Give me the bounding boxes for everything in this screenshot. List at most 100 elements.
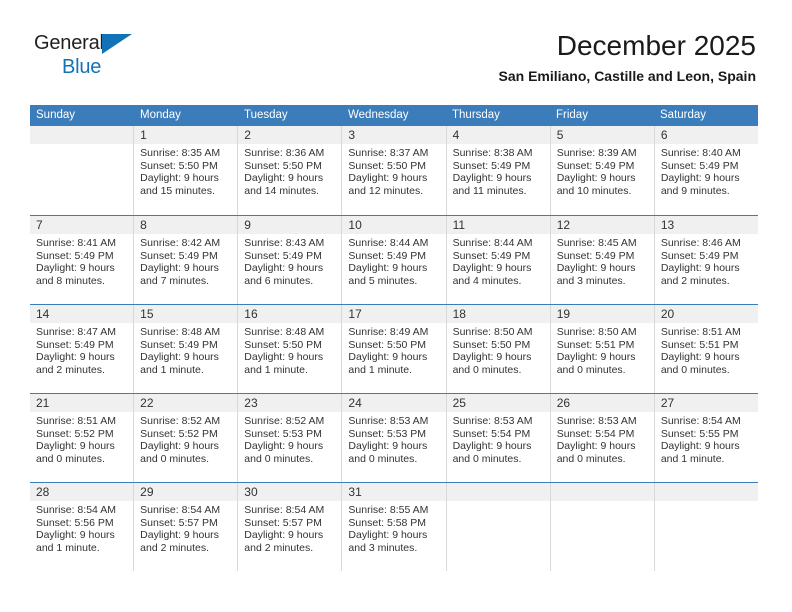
day-cell[interactable]: 9 Sunrise: 8:43 AM Sunset: 5:49 PM Daylight… — [238, 216, 343, 304]
sunset-text: Sunset: 5:49 PM — [140, 249, 218, 262]
sunset-text: Sunset: 5:55 PM — [660, 427, 739, 440]
sunset-text: Sunset: 5:49 PM — [452, 249, 531, 262]
daylight-text-line2: and 0 minutes. — [244, 452, 314, 465]
day-number: 26 — [556, 396, 571, 410]
daylight-text-line2: and 2 minutes. — [244, 541, 314, 554]
day-cell[interactable]: 17 Sunrise: 8:49 AM Sunset: 5:50 PM Dayligh… — [342, 305, 447, 393]
day-number-band: 20 — [654, 305, 758, 323]
daylight-text-line2: and 2 minutes. — [36, 363, 105, 376]
sunrise-text: Sunrise: 8:54 AM — [140, 504, 221, 516]
day-number-band: 31 — [342, 483, 446, 501]
day-cell[interactable]: 16 Sunrise: 8:48 AM Sunset: 5:50 PM Dayligh… — [238, 305, 343, 393]
day-cell[interactable]: 4 Sunrise: 8:38 AM Sunset: 5:49 PM Daylight… — [446, 126, 551, 215]
daylight-text-line2: and 0 minutes. — [140, 452, 210, 465]
weekday-header-tuesday: Tuesday — [244, 109, 288, 121]
day-details: Sunrise: 8:48 AM Sunset: 5:49 PM Daylight:… — [134, 323, 237, 376]
day-cell[interactable]: 20 Sunrise: 8:51 AM Sunset: 5:51 PM Dayligh… — [654, 305, 758, 393]
day-number: 24 — [348, 396, 362, 410]
sunset-text: Sunset: 5:49 PM — [348, 249, 427, 262]
day-cell[interactable]: 18 Sunrise: 8:50 AM Sunset: 5:50 PM Dayligh… — [446, 305, 551, 393]
daylight-text-line2: and 15 minutes. — [140, 184, 215, 197]
daylight-text-line1: Daylight: 9 hours — [36, 262, 115, 275]
day-cell[interactable]: 12 Sunrise: 8:45 AM Sunset: 5:49 PM Dayligh… — [550, 216, 655, 304]
day-number-band: 18 — [446, 305, 550, 323]
daylight-text-line1: Daylight: 9 hours — [348, 351, 428, 364]
day-cell-empty — [550, 483, 655, 571]
weekday-header-sunday: Sunday — [36, 109, 76, 121]
day-details: Sunrise: 8:50 AM Sunset: 5:50 PM Daylight:… — [447, 323, 550, 376]
daylight-text-line1: Daylight: 9 hours — [556, 351, 636, 364]
day-details: Sunrise: 8:39 AM Sunset: 5:49 PM Daylight:… — [551, 144, 654, 197]
day-cell[interactable]: 3 Sunrise: 8:37 AM Sunset: 5:50 PM Daylight… — [342, 126, 447, 215]
day-cell[interactable]: 8 Sunrise: 8:42 AM Sunset: 5:49 PM Daylight… — [134, 216, 239, 304]
sunset-text: Sunset: 5:52 PM — [36, 427, 114, 440]
day-number: 23 — [244, 396, 258, 410]
sunset-text: Sunset: 5:52 PM — [140, 427, 218, 440]
sunrise-text: Sunrise: 8:55 AM — [348, 504, 429, 516]
day-cell[interactable]: 21 Sunrise: 8:51 AM Sunset: 5:52 PM Dayligh… — [30, 394, 135, 482]
daylight-text-line2: and 0 minutes. — [556, 363, 626, 376]
day-cell[interactable]: 10 Sunrise: 8:44 AM Sunset: 5:49 PM Dayligh… — [342, 216, 447, 304]
sunset-text: Sunset: 5:54 PM — [556, 427, 635, 440]
sunrise-text: Sunrise: 8:54 AM — [244, 504, 325, 516]
day-cell[interactable]: 27 Sunrise: 8:54 AM Sunset: 5:55 PM Dayligh… — [654, 394, 758, 482]
day-number-band: 9 — [238, 216, 342, 234]
day-number-band — [550, 483, 654, 501]
day-details: Sunrise: 8:55 AM Sunset: 5:58 PM Daylight:… — [342, 501, 445, 554]
daylight-text-line1: Daylight: 9 hours — [140, 262, 219, 275]
daylight-text-line1: Daylight: 9 hours — [348, 529, 428, 542]
daylight-text-line2: and 8 minutes. — [36, 274, 105, 287]
sunrise-text: Sunrise: 8:36 AM — [244, 147, 325, 159]
day-cell[interactable]: 29 Sunrise: 8:54 AM Sunset: 5:57 PM Dayligh… — [134, 483, 239, 571]
day-details: Sunrise: 8:41 AM Sunset: 5:49 PM Daylight:… — [30, 234, 133, 287]
day-number: 7 — [36, 218, 43, 232]
sunrise-text: Sunrise: 8:50 AM — [556, 326, 637, 338]
page-title: December 2025 — [556, 30, 756, 61]
daylight-text-line1: Daylight: 9 hours — [452, 172, 532, 185]
daylight-text-line1: Daylight: 9 hours — [660, 262, 740, 275]
day-cell[interactable]: 13 Sunrise: 8:46 AM Sunset: 5:49 PM Dayligh… — [654, 216, 758, 304]
day-cell[interactable]: 23 Sunrise: 8:52 AM Sunset: 5:53 PM Dayligh… — [238, 394, 343, 482]
day-details: Sunrise: 8:54 AM Sunset: 5:57 PM Daylight:… — [134, 501, 237, 554]
day-number: 1 — [140, 128, 147, 142]
day-cell[interactable]: 31 Sunrise: 8:55 AM Sunset: 5:58 PM Dayligh… — [342, 483, 447, 571]
daylight-text-line2: and 10 minutes. — [556, 184, 632, 197]
day-cell[interactable]: 5 Sunrise: 8:39 AM Sunset: 5:49 PM Daylight… — [550, 126, 655, 215]
day-cell[interactable]: 7 Sunrise: 8:41 AM Sunset: 5:49 PM Daylight… — [30, 216, 135, 304]
day-number: 9 — [244, 218, 251, 232]
day-cell[interactable]: 25 Sunrise: 8:53 AM Sunset: 5:54 PM Dayligh… — [446, 394, 551, 482]
day-cell[interactable]: 2 Sunrise: 8:36 AM Sunset: 5:50 PM Daylight… — [238, 126, 343, 215]
day-details: Sunrise: 8:48 AM Sunset: 5:50 PM Daylight:… — [238, 323, 341, 376]
day-cell[interactable]: 6 Sunrise: 8:40 AM Sunset: 5:49 PM Daylight… — [654, 126, 758, 215]
day-cell[interactable]: 28 Sunrise: 8:54 AM Sunset: 5:56 PM Dayligh… — [30, 483, 135, 571]
calendar-week-row: 14 Sunrise: 8:47 AM Sunset: 5:49 PM Dayligh… — [30, 304, 758, 393]
sunrise-text: Sunrise: 8:49 AM — [348, 326, 429, 338]
day-cell[interactable]: 19 Sunrise: 8:50 AM Sunset: 5:51 PM Dayligh… — [550, 305, 655, 393]
daylight-text-line2: and 7 minutes. — [140, 274, 210, 287]
day-number-band: 15 — [134, 305, 238, 323]
day-number: 4 — [452, 128, 460, 142]
day-cell[interactable]: 30 Sunrise: 8:54 AM Sunset: 5:57 PM Dayligh… — [238, 483, 343, 571]
logo-text-blue: Blue — [62, 56, 102, 78]
day-cell[interactable]: 11 Sunrise: 8:44 AM Sunset: 5:49 PM Dayligh… — [446, 216, 551, 304]
day-number: 15 — [140, 307, 154, 321]
daylight-text-line2: and 0 minutes. — [36, 452, 105, 465]
day-cell[interactable]: 15 Sunrise: 8:48 AM Sunset: 5:49 PM Dayligh… — [134, 305, 239, 393]
sunrise-text: Sunrise: 8:54 AM — [36, 504, 116, 516]
day-cell[interactable]: 14 Sunrise: 8:47 AM Sunset: 5:49 PM Dayligh… — [30, 305, 135, 393]
weekday-header-wednesday: Wednesday — [348, 109, 409, 121]
day-details: Sunrise: 8:51 AM Sunset: 5:51 PM Daylight:… — [655, 323, 758, 376]
day-cell[interactable]: 24 Sunrise: 8:53 AM Sunset: 5:53 PM Dayligh… — [342, 394, 447, 482]
day-number: 10 — [348, 218, 362, 232]
sunset-text: Sunset: 5:50 PM — [140, 159, 218, 172]
day-cell[interactable]: 1 Sunrise: 8:35 AM Sunset: 5:50 PM Daylight… — [134, 126, 239, 215]
daylight-text-line2: and 4 minutes. — [452, 274, 522, 287]
day-number: 8 — [140, 218, 147, 232]
day-cell[interactable]: 26 Sunrise: 8:53 AM Sunset: 5:54 PM Dayligh… — [550, 394, 655, 482]
day-details: Sunrise: 8:53 AM Sunset: 5:54 PM Daylight:… — [551, 412, 654, 465]
day-cell[interactable]: 22 Sunrise: 8:52 AM Sunset: 5:52 PM Dayligh… — [134, 394, 239, 482]
daylight-text-line2: and 0 minutes. — [348, 452, 418, 465]
sunset-text: Sunset: 5:57 PM — [244, 516, 322, 529]
sunset-text: Sunset: 5:49 PM — [452, 159, 531, 172]
weekday-header-saturday: Saturday — [660, 109, 707, 121]
